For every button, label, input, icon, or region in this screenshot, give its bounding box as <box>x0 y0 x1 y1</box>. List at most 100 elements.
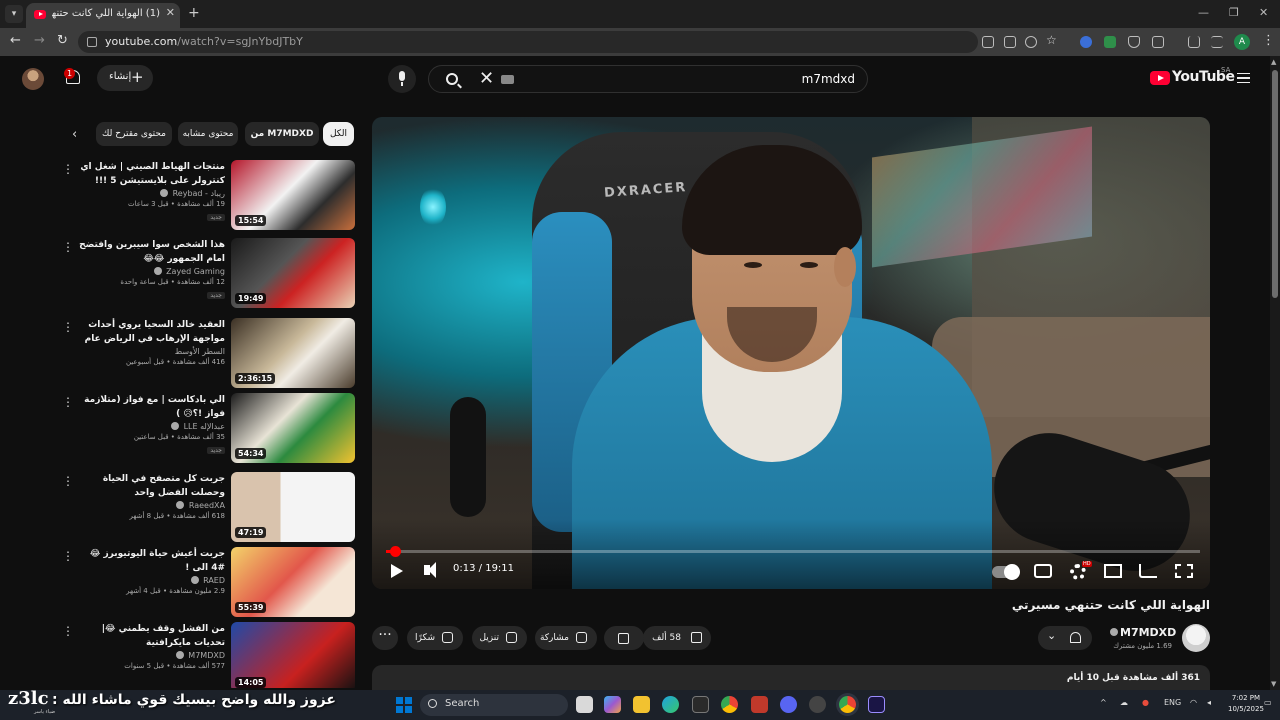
page-scrollbar[interactable]: ▲ ▼ <box>1270 56 1280 690</box>
like-button[interactable]: 58 ألف <box>643 626 711 650</box>
recommendation-thumbnail[interactable]: 55:39 <box>231 547 355 617</box>
chips-scroll-left-icon[interactable]: ‹ <box>72 127 77 142</box>
scroll-up-icon[interactable]: ▲ <box>1271 58 1276 66</box>
more-options-icon[interactable]: ⋮ <box>62 624 74 638</box>
chip-all[interactable]: الكل <box>323 122 354 146</box>
recommendation-channel[interactable]: RAED <box>74 576 225 585</box>
recommendation-channel[interactable]: عبدالإله LLE <box>74 422 225 431</box>
recommendation-channel[interactable]: السطر الأوسط <box>74 347 225 356</box>
share-button[interactable]: مشاركة <box>535 626 597 650</box>
cast-icon[interactable] <box>1139 564 1157 578</box>
after-effects-icon[interactable] <box>868 696 885 713</box>
guide-menu-icon[interactable] <box>1237 73 1250 83</box>
more-options-icon[interactable]: ⋮ <box>62 162 74 176</box>
chip-related[interactable]: محتوى مشابه <box>178 122 238 146</box>
seek-bar-knob[interactable] <box>389 546 401 557</box>
copilot-icon[interactable] <box>604 696 621 713</box>
search-input[interactable]: ✕ m7mdxd <box>428 65 868 93</box>
thanks-button[interactable]: شكرًا <box>407 626 463 650</box>
keyboard-icon[interactable] <box>501 75 514 84</box>
recommendation-item[interactable]: ⋮ العقيد خالد السحيا يروي أحداث مواجهة ا… <box>56 318 356 388</box>
subtitles-icon[interactable] <box>1034 564 1052 578</box>
volume-icon[interactable] <box>424 562 436 578</box>
search-icon[interactable] <box>446 73 458 85</box>
download-button[interactable]: تنزيل <box>472 626 527 650</box>
recommendation-title[interactable]: جربت كل متصفح في الحياة وحصلت الفضل واحد <box>74 472 225 500</box>
more-options-icon[interactable]: ⋮ <box>62 240 74 254</box>
recommendation-item[interactable]: ⋮ جربت أعيش حياة اليوتيوبرز 😂 #4 الى ! R… <box>56 547 356 617</box>
zoom-icon[interactable] <box>1025 36 1037 48</box>
language-indicator[interactable]: ENG <box>1164 698 1181 707</box>
taskbar-search[interactable]: Search <box>420 694 568 716</box>
recommendation-channel[interactable]: Zayed Gaming <box>74 267 225 276</box>
chrome-icon[interactable] <box>721 696 738 713</box>
recommendation-title[interactable]: العقيد خالد السحيا يروي أحداث مواجهة الإ… <box>74 318 225 346</box>
channel-avatar[interactable] <box>1182 624 1210 652</box>
maximize-icon[interactable]: ❐ <box>1229 6 1239 19</box>
theater-mode-icon[interactable] <box>1104 564 1122 578</box>
extension-green-icon[interactable] <box>1104 36 1116 48</box>
chip-recommended[interactable]: محتوى مقترح لك <box>96 122 172 146</box>
recommendation-item[interactable]: ⋮ الي بادكاست | مع فواز (متلازمة فواز !؟… <box>56 393 356 463</box>
discord-icon[interactable] <box>780 696 797 713</box>
edge-icon[interactable] <box>662 696 679 713</box>
autoplay-toggle[interactable] <box>992 564 1020 580</box>
more-options-icon[interactable]: ⋮ <box>62 395 74 409</box>
voice-search-mic-icon[interactable] <box>388 65 416 93</box>
reload-icon[interactable]: ↻ <box>57 33 68 48</box>
minimize-icon[interactable]: — <box>1198 6 1209 19</box>
recommendation-item[interactable]: ⋮ من الفشل وقف يطمني 😂| تحديات مايكرافتي… <box>56 622 356 688</box>
scroll-down-icon[interactable]: ▼ <box>1271 680 1276 688</box>
app-red-icon[interactable] <box>751 696 768 713</box>
recommendation-channel[interactable]: RaeedXA <box>74 501 225 510</box>
onedrive-icon[interactable]: ☁ <box>1120 698 1128 707</box>
recommendation-title[interactable]: من الفشل وقف يطمني 😂| تحديات مايكرافتية <box>74 622 225 650</box>
account-avatar[interactable] <box>22 68 44 90</box>
more-options-icon[interactable]: ⋮ <box>62 320 74 334</box>
subscribed-button[interactable]: ⌄ <box>1038 626 1092 650</box>
recommendation-title[interactable]: منتجات الهياط الصيني | شغل اي كنترولر عل… <box>74 160 225 188</box>
close-window-icon[interactable]: ✕ <box>1259 6 1268 19</box>
mic-tray-icon[interactable]: ● <box>1142 698 1149 707</box>
fullscreen-icon[interactable] <box>1175 564 1193 578</box>
browser-menu-icon[interactable]: ⋮ <box>1262 33 1275 48</box>
recommendation-thumbnail[interactable]: 47:19 <box>231 472 355 542</box>
recommendation-thumbnail[interactable]: 2:36:15 <box>231 318 355 388</box>
translate-icon[interactable] <box>1004 36 1016 48</box>
address-bar[interactable]: youtube.com/watch?v=sgJnYbdJTbY <box>78 31 978 53</box>
play-icon[interactable] <box>391 564 403 578</box>
more-options-icon[interactable]: ⋮ <box>62 549 74 563</box>
recommendation-title[interactable]: الي بادكاست | مع فواز (متلازمة فواز !؟😥 … <box>74 393 225 421</box>
forward-icon[interactable]: → <box>34 33 45 48</box>
video-player[interactable]: DXRACER 0:13 / 19:11 HD <box>372 117 1210 589</box>
recommendation-title[interactable]: جربت أعيش حياة اليوتيوبرز 😂 #4 الى ! <box>74 547 225 575</box>
recommendation-thumbnail[interactable]: 15:54 <box>231 160 355 230</box>
tab-search-icon[interactable]: ▾ <box>5 5 23 23</box>
obs-icon[interactable] <box>809 696 826 713</box>
file-explorer-icon[interactable] <box>633 696 650 713</box>
channel-name[interactable]: M7MDXD <box>1110 626 1176 639</box>
speaker-icon[interactable]: ◂ <box>1207 698 1211 707</box>
more-actions-button[interactable]: ··· <box>372 626 398 650</box>
tray-chevron-icon[interactable]: ^ <box>1100 698 1107 707</box>
seek-bar[interactable] <box>386 546 1200 557</box>
create-button[interactable]: إنشاء + <box>97 65 153 91</box>
browser-tab-active[interactable]: (1) الهواية اللي كانت حتنهي مسيرتي ✕ <box>26 3 180 28</box>
more-options-icon[interactable]: ⋮ <box>62 474 74 488</box>
recommendation-channel[interactable]: M7MDXD <box>74 651 225 660</box>
recommendation-thumbnail[interactable]: 54:34 <box>231 393 355 463</box>
recommendation-title[interactable]: هذا الشخص سوا سيبرين وافتضح امام الجمهور… <box>74 238 225 266</box>
reading-list-icon[interactable] <box>1211 36 1223 48</box>
clear-search-icon[interactable]: ✕ <box>479 68 494 89</box>
download-icon[interactable] <box>1188 36 1200 48</box>
recommendation-thumbnail[interactable]: 14:05 <box>231 622 355 688</box>
dislike-button[interactable] <box>604 626 644 650</box>
site-info-icon[interactable] <box>87 37 97 47</box>
extensions-puzzle-icon[interactable] <box>1152 36 1164 48</box>
chip-from-channel[interactable]: من M7MDXD <box>245 122 319 146</box>
task-view-icon[interactable] <box>576 696 593 713</box>
taskbar-clock[interactable]: 7:02 PM 10/5/2025 <box>1228 693 1264 715</box>
scroll-thumb[interactable] <box>1272 70 1278 298</box>
recommendation-item[interactable]: ⋮ هذا الشخص سوا سيبرين وافتضح امام الجمه… <box>56 238 356 308</box>
extension-blue-icon[interactable] <box>1080 36 1092 48</box>
